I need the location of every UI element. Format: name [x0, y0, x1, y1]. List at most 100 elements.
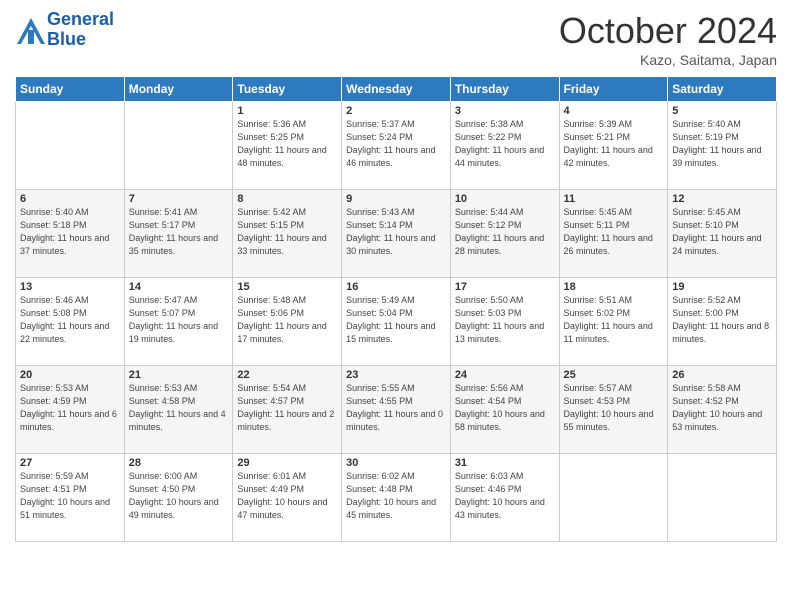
title-block: October 2024 Kazo, Saitama, Japan: [559, 10, 777, 68]
day-info: Sunrise: 5:51 AM Sunset: 5:02 PM Dayligh…: [564, 294, 664, 346]
calendar-cell: 3Sunrise: 5:38 AM Sunset: 5:22 PM Daylig…: [450, 102, 559, 190]
calendar-cell: 27Sunrise: 5:59 AM Sunset: 4:51 PM Dayli…: [16, 454, 125, 542]
calendar-cell: 5Sunrise: 5:40 AM Sunset: 5:19 PM Daylig…: [668, 102, 777, 190]
day-info: Sunrise: 5:45 AM Sunset: 5:11 PM Dayligh…: [564, 206, 664, 258]
weekday-header: Sunday: [16, 77, 125, 102]
day-number: 21: [129, 369, 229, 381]
day-number: 13: [20, 281, 120, 293]
day-info: Sunrise: 5:45 AM Sunset: 5:10 PM Dayligh…: [672, 206, 772, 258]
calendar-cell: 10Sunrise: 5:44 AM Sunset: 5:12 PM Dayli…: [450, 190, 559, 278]
header: General Blue October 2024 Kazo, Saitama,…: [15, 10, 777, 68]
calendar-cell: 20Sunrise: 5:53 AM Sunset: 4:59 PM Dayli…: [16, 366, 125, 454]
calendar-week-row: 27Sunrise: 5:59 AM Sunset: 4:51 PM Dayli…: [16, 454, 777, 542]
day-number: 19: [672, 281, 772, 293]
day-number: 15: [237, 281, 337, 293]
day-number: 24: [455, 369, 555, 381]
day-info: Sunrise: 5:58 AM Sunset: 4:52 PM Dayligh…: [672, 382, 772, 434]
weekday-header: Monday: [124, 77, 233, 102]
day-number: 18: [564, 281, 664, 293]
day-info: Sunrise: 6:02 AM Sunset: 4:48 PM Dayligh…: [346, 470, 446, 522]
day-number: 22: [237, 369, 337, 381]
weekday-header: Wednesday: [342, 77, 451, 102]
logo: General Blue: [15, 10, 114, 50]
day-number: 11: [564, 193, 664, 205]
day-number: 12: [672, 193, 772, 205]
weekday-header: Thursday: [450, 77, 559, 102]
day-number: 27: [20, 457, 120, 469]
calendar-cell: [16, 102, 125, 190]
calendar-cell: 16Sunrise: 5:49 AM Sunset: 5:04 PM Dayli…: [342, 278, 451, 366]
day-number: 20: [20, 369, 120, 381]
day-info: Sunrise: 5:49 AM Sunset: 5:04 PM Dayligh…: [346, 294, 446, 346]
logo-icon: [15, 16, 43, 44]
day-number: 14: [129, 281, 229, 293]
day-number: 2: [346, 105, 446, 117]
day-info: Sunrise: 5:38 AM Sunset: 5:22 PM Dayligh…: [455, 118, 555, 170]
calendar-cell: 8Sunrise: 5:42 AM Sunset: 5:15 PM Daylig…: [233, 190, 342, 278]
calendar: SundayMondayTuesdayWednesdayThursdayFrid…: [15, 76, 777, 542]
calendar-cell: 23Sunrise: 5:55 AM Sunset: 4:55 PM Dayli…: [342, 366, 451, 454]
calendar-week-row: 20Sunrise: 5:53 AM Sunset: 4:59 PM Dayli…: [16, 366, 777, 454]
calendar-cell: 1Sunrise: 5:36 AM Sunset: 5:25 PM Daylig…: [233, 102, 342, 190]
calendar-cell: 6Sunrise: 5:40 AM Sunset: 5:18 PM Daylig…: [16, 190, 125, 278]
day-info: Sunrise: 5:55 AM Sunset: 4:55 PM Dayligh…: [346, 382, 446, 434]
calendar-cell: [559, 454, 668, 542]
weekday-header: Friday: [559, 77, 668, 102]
day-info: Sunrise: 5:37 AM Sunset: 5:24 PM Dayligh…: [346, 118, 446, 170]
calendar-cell: 13Sunrise: 5:46 AM Sunset: 5:08 PM Dayli…: [16, 278, 125, 366]
day-number: 23: [346, 369, 446, 381]
logo-line2: Blue: [47, 30, 114, 50]
day-info: Sunrise: 5:59 AM Sunset: 4:51 PM Dayligh…: [20, 470, 120, 522]
calendar-cell: 29Sunrise: 6:01 AM Sunset: 4:49 PM Dayli…: [233, 454, 342, 542]
day-info: Sunrise: 5:40 AM Sunset: 5:19 PM Dayligh…: [672, 118, 772, 170]
weekday-row: SundayMondayTuesdayWednesdayThursdayFrid…: [16, 77, 777, 102]
calendar-cell: 28Sunrise: 6:00 AM Sunset: 4:50 PM Dayli…: [124, 454, 233, 542]
day-info: Sunrise: 5:47 AM Sunset: 5:07 PM Dayligh…: [129, 294, 229, 346]
calendar-cell: 11Sunrise: 5:45 AM Sunset: 5:11 PM Dayli…: [559, 190, 668, 278]
weekday-header: Saturday: [668, 77, 777, 102]
day-number: 1: [237, 105, 337, 117]
calendar-body: 1Sunrise: 5:36 AM Sunset: 5:25 PM Daylig…: [16, 102, 777, 542]
calendar-cell: 9Sunrise: 5:43 AM Sunset: 5:14 PM Daylig…: [342, 190, 451, 278]
day-info: Sunrise: 5:46 AM Sunset: 5:08 PM Dayligh…: [20, 294, 120, 346]
calendar-header: SundayMondayTuesdayWednesdayThursdayFrid…: [16, 77, 777, 102]
calendar-cell: 12Sunrise: 5:45 AM Sunset: 5:10 PM Dayli…: [668, 190, 777, 278]
day-number: 29: [237, 457, 337, 469]
day-number: 9: [346, 193, 446, 205]
calendar-cell: 21Sunrise: 5:53 AM Sunset: 4:58 PM Dayli…: [124, 366, 233, 454]
day-number: 6: [20, 193, 120, 205]
day-info: Sunrise: 5:54 AM Sunset: 4:57 PM Dayligh…: [237, 382, 337, 434]
day-number: 7: [129, 193, 229, 205]
day-info: Sunrise: 5:36 AM Sunset: 5:25 PM Dayligh…: [237, 118, 337, 170]
day-info: Sunrise: 5:44 AM Sunset: 5:12 PM Dayligh…: [455, 206, 555, 258]
calendar-cell: 25Sunrise: 5:57 AM Sunset: 4:53 PM Dayli…: [559, 366, 668, 454]
location: Kazo, Saitama, Japan: [559, 52, 777, 68]
day-info: Sunrise: 5:41 AM Sunset: 5:17 PM Dayligh…: [129, 206, 229, 258]
calendar-week-row: 13Sunrise: 5:46 AM Sunset: 5:08 PM Dayli…: [16, 278, 777, 366]
calendar-cell: 4Sunrise: 5:39 AM Sunset: 5:21 PM Daylig…: [559, 102, 668, 190]
calendar-cell: [124, 102, 233, 190]
day-number: 4: [564, 105, 664, 117]
day-number: 5: [672, 105, 772, 117]
page: General Blue October 2024 Kazo, Saitama,…: [0, 0, 792, 612]
calendar-cell: 19Sunrise: 5:52 AM Sunset: 5:00 PM Dayli…: [668, 278, 777, 366]
calendar-cell: 18Sunrise: 5:51 AM Sunset: 5:02 PM Dayli…: [559, 278, 668, 366]
day-info: Sunrise: 6:00 AM Sunset: 4:50 PM Dayligh…: [129, 470, 229, 522]
day-info: Sunrise: 5:50 AM Sunset: 5:03 PM Dayligh…: [455, 294, 555, 346]
day-info: Sunrise: 5:53 AM Sunset: 4:59 PM Dayligh…: [20, 382, 120, 434]
logo-text: General Blue: [47, 10, 114, 50]
calendar-cell: 30Sunrise: 6:02 AM Sunset: 4:48 PM Dayli…: [342, 454, 451, 542]
logo-line1: General: [47, 10, 114, 30]
calendar-cell: 17Sunrise: 5:50 AM Sunset: 5:03 PM Dayli…: [450, 278, 559, 366]
day-info: Sunrise: 5:42 AM Sunset: 5:15 PM Dayligh…: [237, 206, 337, 258]
calendar-cell: 15Sunrise: 5:48 AM Sunset: 5:06 PM Dayli…: [233, 278, 342, 366]
calendar-cell: 7Sunrise: 5:41 AM Sunset: 5:17 PM Daylig…: [124, 190, 233, 278]
day-number: 17: [455, 281, 555, 293]
day-info: Sunrise: 6:03 AM Sunset: 4:46 PM Dayligh…: [455, 470, 555, 522]
day-number: 28: [129, 457, 229, 469]
day-number: 10: [455, 193, 555, 205]
day-info: Sunrise: 5:53 AM Sunset: 4:58 PM Dayligh…: [129, 382, 229, 434]
day-number: 16: [346, 281, 446, 293]
calendar-cell: 26Sunrise: 5:58 AM Sunset: 4:52 PM Dayli…: [668, 366, 777, 454]
day-number: 25: [564, 369, 664, 381]
